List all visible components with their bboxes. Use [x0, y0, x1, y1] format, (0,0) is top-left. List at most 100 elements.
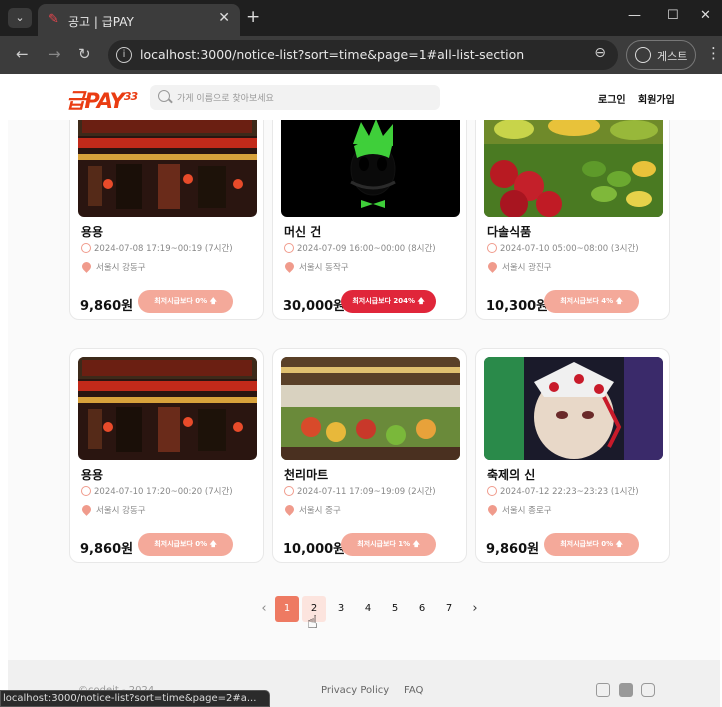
wage-increase-badge: 최저시급보다 0% 🡅 — [138, 290, 233, 313]
minimize-icon[interactable]: — — [628, 8, 641, 23]
card-time: 2024-07-10 17:20~00:20 (7시간) — [81, 485, 233, 497]
card-location: 서울시 강동구 — [80, 260, 146, 273]
close-window-icon[interactable]: ✕ — [700, 8, 711, 23]
facebook-icon[interactable] — [619, 683, 633, 697]
prev-page-button[interactable]: ‹ — [252, 596, 276, 622]
notice-card[interactable]: 천리마트 2024-07-11 17:09~19:09 (2시간) 서울시 중구… — [272, 348, 467, 563]
search-icon — [158, 90, 170, 102]
next-page-button[interactable]: › — [463, 596, 487, 622]
location-pin-icon — [486, 260, 499, 273]
page-button-1[interactable]: 1 — [275, 596, 299, 622]
forward-icon[interactable]: → — [48, 45, 61, 63]
browser-tab-bar: ⌄ ✎ 공고 | 급PAY ✕ + — ☐ ✕ — [0, 0, 722, 36]
card-store-name: 머신 건 — [284, 225, 322, 239]
card-image — [484, 114, 663, 217]
card-wage: 10,300원 — [486, 299, 549, 314]
card-store-name: 축제의 신 — [487, 468, 536, 482]
location-pin-icon — [80, 503, 93, 516]
close-tab-icon[interactable]: ✕ — [218, 10, 230, 26]
card-store-name: 용용 — [81, 225, 104, 239]
card-wage: 30,000원 — [283, 299, 346, 314]
clock-icon — [487, 486, 497, 496]
card-wage: 10,000원 — [283, 542, 346, 557]
clock-icon — [81, 486, 91, 496]
instagram-icon[interactable] — [641, 683, 655, 697]
clock-icon — [487, 243, 497, 253]
clock-icon — [284, 486, 294, 496]
location-pin-icon — [80, 260, 93, 273]
card-location: 서울시 광진구 — [486, 260, 552, 273]
mail-icon[interactable] — [596, 683, 610, 697]
wage-increase-badge: 최저시급보다 4% 🡅 — [544, 290, 639, 313]
search-placeholder: 가게 이름으로 찾아보세요 — [177, 94, 274, 104]
card-store-name: 용용 — [81, 468, 104, 482]
page-button-3[interactable]: 3 — [329, 596, 353, 622]
card-image — [281, 357, 460, 460]
location-pin-icon — [283, 503, 296, 516]
card-location: 서울시 동작구 — [283, 260, 349, 273]
status-bar-url: localhost:3000/notice-list?sort=time&pag… — [0, 690, 270, 707]
browser-toolbar: ← → ↻ i localhost:3000/notice-list?sort=… — [0, 36, 722, 74]
zoom-icon[interactable]: ⊖ — [594, 45, 606, 61]
search-input[interactable]: 가게 이름으로 찾아보세요 — [150, 85, 440, 110]
notice-card[interactable]: 머신 건 2024-07-09 16:00~00:00 (8시간) 서울시 동작… — [272, 105, 467, 320]
new-tab-button[interactable]: + — [246, 7, 260, 27]
card-time: 2024-07-10 05:00~08:00 (3시간) — [487, 242, 639, 254]
card-location: 서울시 종로구 — [486, 503, 552, 516]
pagination: ‹ 1 2 3 4 5 6 7 › — [256, 596, 486, 622]
guest-label: 게스트 — [657, 50, 688, 63]
profile-icon — [635, 47, 651, 63]
wage-increase-badge: 최저시급보다 0% 🡅 — [544, 533, 639, 556]
privacy-policy-link[interactable]: Privacy Policy — [321, 685, 389, 696]
card-time: 2024-07-08 17:19~00:19 (7시간) — [81, 242, 233, 254]
notice-card[interactable]: 축제의 신 2024-07-12 22:23~23:23 (1시간) 서울시 종… — [475, 348, 670, 563]
back-icon[interactable]: ← — [16, 45, 29, 63]
page-button-5[interactable]: 5 — [383, 596, 407, 622]
card-time: 2024-07-09 16:00~00:00 (8시간) — [284, 242, 436, 254]
tab-search-button[interactable]: ⌄ — [8, 8, 32, 28]
clock-icon — [284, 243, 294, 253]
hand-cursor-icon: ☝ — [307, 612, 318, 633]
card-store-name: 다솔식품 — [487, 225, 532, 239]
card-store-name: 천리마트 — [284, 468, 329, 482]
notice-card[interactable]: 다솔식품 2024-07-10 05:00~08:00 (3시간) 서울시 광진… — [475, 105, 670, 320]
card-time: 2024-07-11 17:09~19:09 (2시간) — [284, 485, 436, 497]
favicon-icon: ✎ — [48, 12, 59, 27]
wage-increase-badge: 최저시급보다 204% 🡅 — [341, 290, 436, 313]
page-button-4[interactable]: 4 — [356, 596, 380, 622]
reload-icon[interactable]: ↻ — [78, 45, 91, 63]
wage-increase-badge: 최저시급보다 1% 🡅 — [341, 533, 436, 556]
page-viewport: 용용 2024-07-08 17:19~00:19 (7시간) 서울시 강동구 … — [8, 74, 720, 707]
card-time: 2024-07-12 22:23~23:23 (1시간) — [487, 485, 639, 497]
location-pin-icon — [486, 503, 499, 516]
browser-tab[interactable]: ✎ 공고 | 급PAY ✕ — [38, 4, 240, 36]
notice-card[interactable]: 용용 2024-07-10 17:20~00:20 (7시간) 서울시 강동구 … — [69, 348, 264, 563]
menu-icon[interactable]: ⋮ — [706, 44, 721, 62]
card-image — [484, 357, 663, 460]
url-text[interactable]: localhost:3000/notice-list?sort=time&pag… — [140, 47, 524, 62]
site-header: 급PAY33 가게 이름으로 찾아보세요 로그인 회원가입 — [8, 74, 720, 120]
notice-card[interactable]: 용용 2024-07-08 17:19~00:19 (7시간) 서울시 강동구 … — [69, 105, 264, 320]
wage-increase-badge: 최저시급보다 0% 🡅 — [138, 533, 233, 556]
card-location: 서울시 중구 — [283, 503, 341, 516]
address-bar[interactable]: i localhost:3000/notice-list?sort=time&p… — [108, 40, 618, 70]
faq-link[interactable]: FAQ — [404, 685, 423, 696]
logo[interactable]: 급PAY33 — [66, 85, 138, 115]
card-wage: 9,860원 — [486, 542, 540, 557]
card-image — [78, 114, 257, 217]
location-pin-icon — [283, 260, 296, 273]
card-wage: 9,860원 — [80, 299, 134, 314]
page-button-7[interactable]: 7 — [437, 596, 461, 622]
maximize-icon[interactable]: ☐ — [667, 8, 679, 23]
card-wage: 9,860원 — [80, 542, 134, 557]
card-image — [78, 357, 257, 460]
card-image — [281, 114, 460, 217]
signup-link[interactable]: 회원가입 — [638, 91, 675, 106]
clock-icon — [81, 243, 91, 253]
card-location: 서울시 강동구 — [80, 503, 146, 516]
login-link[interactable]: 로그인 — [598, 91, 626, 106]
site-info-icon[interactable]: i — [116, 47, 132, 63]
tab-title: 공고 | 급PAY — [68, 15, 134, 29]
page-button-6[interactable]: 6 — [410, 596, 434, 622]
guest-profile-button[interactable]: 게스트 — [626, 40, 696, 70]
